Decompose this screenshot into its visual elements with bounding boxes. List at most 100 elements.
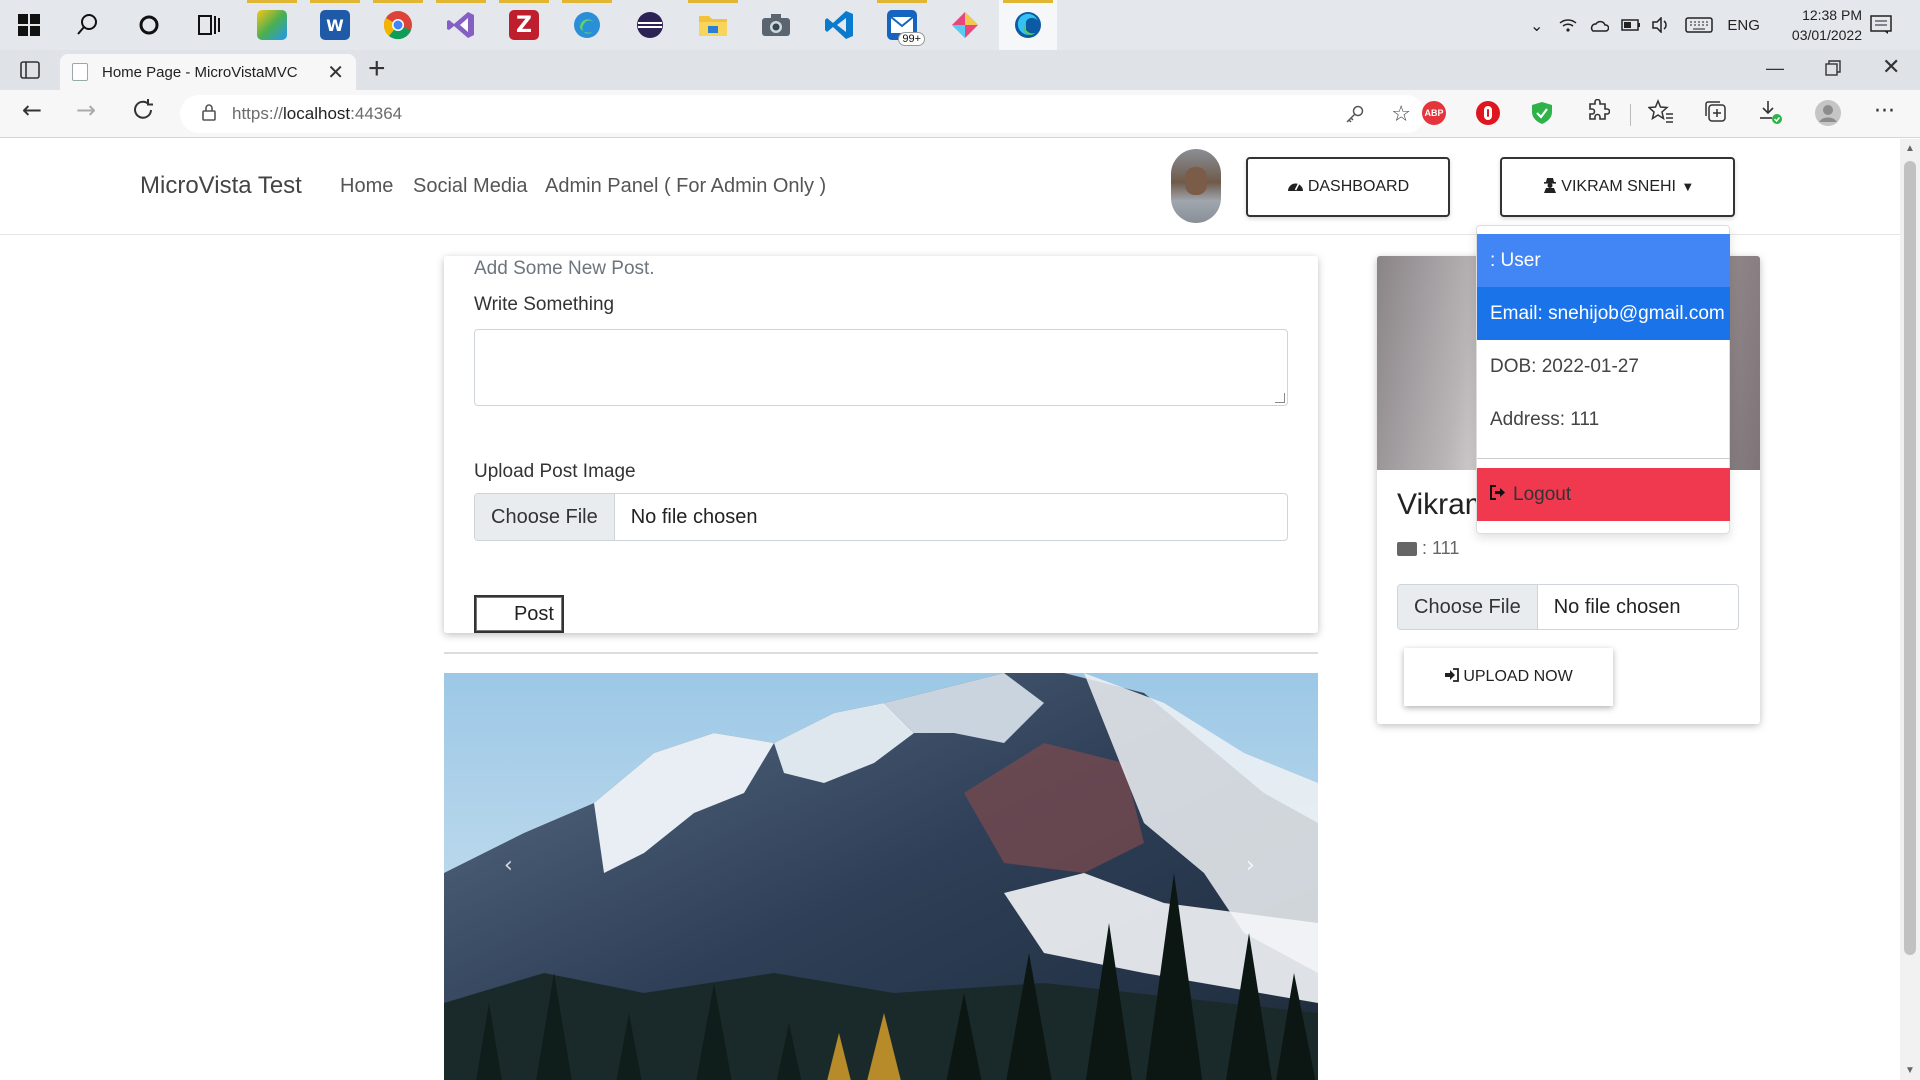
camera-icon[interactable]: [747, 0, 805, 50]
user-menu-button[interactable]: VIKRAM SNEHI ▼: [1500, 157, 1735, 217]
page-viewport: MicroVista Test Home Social Media Admin …: [0, 139, 1900, 1080]
url-host: localhost: [283, 104, 351, 123]
notifications-icon[interactable]: [1852, 0, 1910, 50]
dropdown-divider: [1477, 458, 1730, 459]
url-field[interactable]: https://localhost:44364 ☆: [180, 95, 1425, 133]
search-icon[interactable]: [58, 0, 116, 50]
post-image-file-input[interactable]: Choose File No file chosen: [474, 493, 1288, 541]
restore-icon[interactable]: [1825, 56, 1841, 82]
profile-choose-file-button[interactable]: Choose File: [1398, 585, 1538, 629]
user-dropdown-menu: : User Email: snehijob@gmail.com DOB: 20…: [1476, 225, 1730, 534]
scroll-up-icon[interactable]: ▲: [1905, 143, 1915, 154]
close-tab-icon[interactable]: ✕: [327, 60, 344, 85]
filezilla-icon[interactable]: Z: [495, 0, 553, 50]
wifi-icon[interactable]: [1559, 17, 1577, 33]
content-divider: [444, 652, 1318, 654]
sign-out-icon: [1490, 484, 1507, 505]
collections-icon[interactable]: [1703, 99, 1727, 129]
nav-social-media[interactable]: Social Media: [413, 175, 528, 198]
url-prefix: https://: [232, 104, 284, 123]
scrollbar-thumb[interactable]: [1904, 161, 1916, 955]
tab-title: Home Page - MicroVistaMVC: [102, 63, 298, 81]
page-scrollbar[interactable]: ▲ ▼: [1900, 139, 1920, 1080]
post-textarea[interactable]: [474, 329, 1288, 406]
new-post-card: Add Some New Post. Write Something Uploa…: [444, 256, 1318, 633]
post-button[interactable]: Post: [474, 595, 564, 633]
start-icon[interactable]: [0, 0, 58, 50]
upload-post-image-label: Upload Post Image: [474, 461, 636, 482]
lock-icon[interactable]: [202, 103, 216, 125]
profile-no-file-chosen-text: No file chosen: [1553, 595, 1681, 618]
new-tab-icon[interactable]: +: [368, 52, 386, 86]
upload-now-label: UPLOAD NOW: [1463, 668, 1573, 685]
scroll-down-icon[interactable]: ▼: [1905, 1065, 1915, 1076]
dropdown-dob-item[interactable]: DOB: 2022-01-27: [1477, 340, 1730, 393]
caret-down-icon: ▼: [1683, 181, 1692, 193]
mail-icon[interactable]: 99+: [873, 0, 931, 50]
chevron-up-icon[interactable]: ⌄: [1530, 16, 1543, 35]
toolbar-divider: [1630, 104, 1631, 126]
logout-menu-item[interactable]: Logout: [1477, 468, 1730, 521]
dropdown-email-item[interactable]: Email: snehijob@gmail.com: [1477, 287, 1730, 340]
onedrive-icon[interactable]: [1589, 18, 1610, 32]
profile-address: : 111: [1397, 538, 1459, 559]
chrome-icon[interactable]: [369, 0, 427, 50]
sign-in-icon: [1444, 668, 1460, 686]
add-favorite-icon[interactable]: ☆: [1391, 102, 1411, 127]
edge-beta-icon[interactable]: [558, 0, 616, 50]
no-file-chosen-text: No file chosen: [630, 505, 758, 528]
eclipse-icon[interactable]: [621, 0, 679, 50]
mail-badge: 99+: [898, 32, 925, 46]
profile-image-file-input[interactable]: Choose File No file chosen: [1397, 584, 1739, 630]
mountain-landscape-image: [444, 673, 1318, 1080]
language-indicator[interactable]: ENG: [1727, 17, 1760, 34]
browser-tab-home[interactable]: Home Page - MicroVistaMVC ✕: [60, 54, 356, 90]
nav-admin-panel[interactable]: Admin Panel ( For Admin Only ): [545, 175, 826, 198]
avatar[interactable]: [1171, 149, 1221, 223]
vscode-icon[interactable]: [810, 0, 868, 50]
carousel-prev-icon[interactable]: ‹: [504, 853, 513, 878]
refresh-icon[interactable]: [131, 98, 155, 128]
favorites-icon[interactable]: [1647, 99, 1674, 129]
choose-file-button[interactable]: Choose File: [475, 494, 615, 540]
dashboard-label: DASHBOARD: [1307, 178, 1410, 195]
downloads-icon[interactable]: [1758, 99, 1784, 131]
file-explorer-icon[interactable]: [684, 0, 742, 50]
visual-studio-installer-icon[interactable]: [243, 0, 301, 50]
forward-icon[interactable]: →: [76, 96, 96, 124]
back-icon[interactable]: ←: [22, 96, 42, 124]
shield-extension-icon[interactable]: [1530, 101, 1554, 125]
user-menu-label: VIKRAM SNEHI: [1561, 178, 1676, 195]
task-view-icon[interactable]: [180, 0, 238, 50]
new-post-heading: Add Some New Post.: [474, 258, 655, 279]
visual-studio-icon[interactable]: [432, 0, 490, 50]
site-navbar: MicroVista Test Home Social Media Admin …: [0, 139, 1900, 235]
volume-icon[interactable]: [1651, 17, 1671, 33]
extensions-icon[interactable]: [1586, 98, 1611, 129]
system-tray: ⌄ ENG: [1530, 0, 1760, 50]
minimize-icon[interactable]: —: [1766, 58, 1784, 79]
opera-addon-icon[interactable]: [1476, 101, 1500, 125]
dropdown-role-item[interactable]: : User: [1477, 234, 1730, 287]
settings-more-icon[interactable]: ···: [1874, 99, 1895, 124]
key-icon[interactable]: [1345, 104, 1365, 129]
carousel-next-icon[interactable]: ›: [1246, 853, 1255, 878]
nav-home[interactable]: Home: [340, 175, 393, 198]
resize-handle-icon[interactable]: [1275, 393, 1285, 403]
cortana-icon[interactable]: [120, 0, 178, 50]
keyboard-icon[interactable]: [1685, 17, 1714, 33]
edge-icon[interactable]: [999, 0, 1057, 50]
battery-icon[interactable]: [1621, 19, 1641, 31]
site-brand[interactable]: MicroVista Test: [140, 172, 302, 200]
dropdown-address-item[interactable]: Address: 111: [1477, 393, 1730, 446]
adblock-plus-icon[interactable]: ABP: [1422, 101, 1446, 125]
close-window-icon[interactable]: ✕: [1882, 54, 1900, 80]
sourcetree-icon[interactable]: [936, 0, 994, 50]
dashboard-button[interactable]: DASHBOARD: [1246, 157, 1450, 217]
word-icon[interactable]: W: [306, 0, 364, 50]
profile-avatar-icon[interactable]: [1814, 99, 1842, 133]
tab-actions-icon[interactable]: [20, 61, 40, 79]
profile-address-text: : 111: [1422, 538, 1460, 558]
upload-now-button[interactable]: UPLOAD NOW: [1404, 648, 1613, 706]
write-something-label: Write Something: [474, 294, 615, 315]
